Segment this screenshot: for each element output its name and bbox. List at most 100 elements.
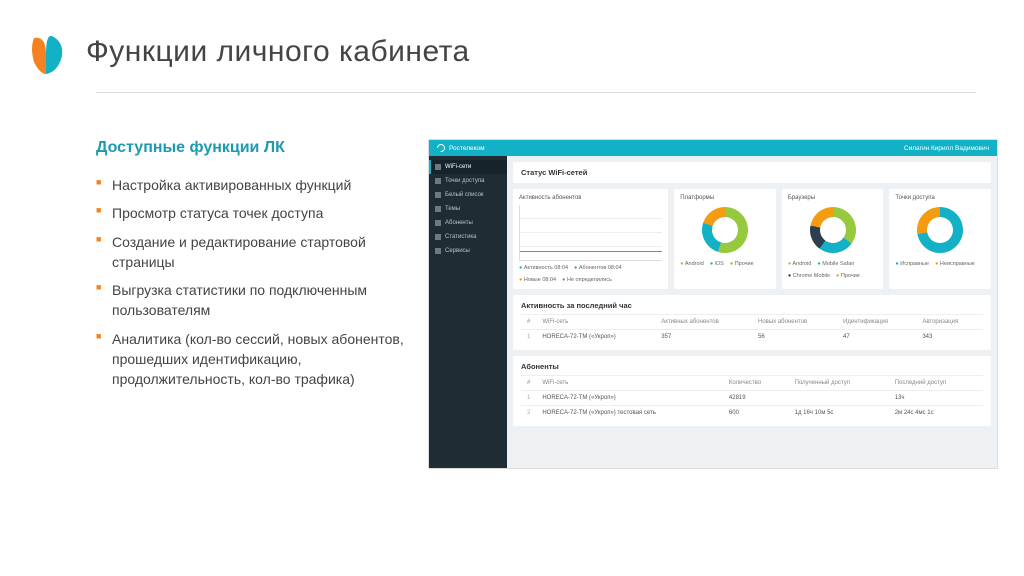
users-icon xyxy=(435,220,441,226)
legend-item: Исправные xyxy=(895,261,929,267)
legend-item: Не определились xyxy=(562,277,612,283)
th: # xyxy=(521,315,536,330)
td: 13ч xyxy=(889,391,983,406)
wifi-icon xyxy=(435,164,441,170)
hour-activity-panel: Активность за последний час # WiFi-сеть … xyxy=(513,295,991,350)
sidebar-item-whitelist[interactable]: Белый список xyxy=(429,188,507,202)
browsers-chart-box: Браузеры Android Mobile Safari Chrome Mo… xyxy=(782,189,884,289)
td: 2 xyxy=(521,406,536,421)
platforms-chart-box: Платформы Android iOS Прочие xyxy=(674,189,776,289)
td: 2м 24с 4мс 1с xyxy=(889,406,983,421)
dashboard-main: Статус WiFi-сетей Активность абонентов А… xyxy=(507,156,997,468)
sidebar-item-subscribers[interactable]: Абоненты xyxy=(429,216,507,230)
bullet-item: Выгрузка статистики по подключенным поль… xyxy=(96,280,406,321)
td xyxy=(789,391,889,406)
browsers-donut-chart xyxy=(810,207,856,253)
bullet-list: Настройка активированных функций Просмот… xyxy=(96,175,406,390)
list-icon xyxy=(435,192,441,198)
legend-item: Прочие xyxy=(836,273,860,279)
legend-item: Android xyxy=(680,261,704,267)
sidebar-item-label: Статистика xyxy=(445,234,477,240)
td: 1д 16ч 10м 5с xyxy=(789,406,889,421)
table-header-row: # WiFi-сеть Активных абонентов Новых або… xyxy=(521,315,983,330)
legend-item: Активность 08:04 xyxy=(519,265,568,271)
td: 1 xyxy=(521,391,536,406)
legend-item: Chrome Mobile xyxy=(788,273,830,279)
hour-activity-table: # WiFi-сеть Активных абонентов Новых або… xyxy=(521,314,983,344)
stats-icon xyxy=(435,234,441,240)
brand-label: Ростелеком xyxy=(449,145,485,152)
legend-item: Android xyxy=(788,261,812,267)
activity-line-chart xyxy=(519,205,662,261)
table-row: 1 HORECA-72-TM («Укроп») 42819 13ч xyxy=(521,391,983,406)
sidebar-item-wifi[interactable]: WiFi-сети xyxy=(429,160,507,174)
subscribers-panel: Абоненты # WiFi-сеть Количество Полученн… xyxy=(513,356,991,426)
user-name: Силагин Кирилл Вадимович xyxy=(904,145,989,152)
subscribers-table: # WiFi-сеть Количество Полученный доступ… xyxy=(521,375,983,420)
access-points-chart-box: Точки доступа Исправные Неисправные xyxy=(889,189,991,289)
td: 357 xyxy=(655,330,752,345)
status-header-panel: Статус WiFi-сетей xyxy=(513,162,991,183)
chart-title: Активность абонентов xyxy=(519,195,662,201)
platforms-legend: Android iOS Прочие xyxy=(680,261,770,267)
theme-icon xyxy=(435,206,441,212)
sidebar-item-label: Темы xyxy=(445,206,460,212)
td: HORECA-72-TM («Укроп») тестовая сеть xyxy=(536,406,723,421)
chart-title: Точки доступа xyxy=(895,195,985,201)
td: 600 xyxy=(723,406,789,421)
access-points-legend: Исправные Неисправные xyxy=(895,261,985,267)
platforms-donut-chart xyxy=(702,207,748,253)
sidebar-item-label: Белый список xyxy=(445,192,484,198)
rostelecom-logo-icon xyxy=(28,28,64,76)
bullet-item: Аналитика (кол-во сессий, новых абоненто… xyxy=(96,329,406,390)
sidebar-item-label: Сервисы xyxy=(445,248,470,254)
legend-item: Mobile Safari xyxy=(817,261,854,267)
slide-title: Функции личного кабинета xyxy=(86,35,470,69)
brand-mark-icon xyxy=(435,142,446,153)
legend-item: Неисправные xyxy=(935,261,975,267)
legend-item: Прочие xyxy=(730,261,754,267)
bullet-item: Создание и редактирование стартовой стра… xyxy=(96,232,406,273)
th: Полученный доступ xyxy=(789,376,889,391)
slide-body: Доступные функции ЛК Настройка активиров… xyxy=(0,93,1024,469)
slide-header: Функции личного кабинета xyxy=(0,0,1024,88)
browsers-legend: Android Mobile Safari Chrome Mobile Проч… xyxy=(788,261,878,279)
status-title: Статус WiFi-сетей xyxy=(521,168,983,177)
th: Количество xyxy=(723,376,789,391)
legend-item: Новые 08:04 xyxy=(519,277,556,283)
bullet-item: Настройка активированных функций xyxy=(96,175,406,195)
subscribers-title: Абоненты xyxy=(521,362,983,371)
sidebar-item-services[interactable]: Сервисы xyxy=(429,244,507,258)
td: 47 xyxy=(837,330,916,345)
dashboard-sidebar: WiFi-сети Точки доступа Белый список Тем… xyxy=(429,156,507,468)
td: HORECA-72-TM («Укроп») xyxy=(536,391,723,406)
chart-title: Браузеры xyxy=(788,195,878,201)
td: 1 xyxy=(521,330,536,345)
sidebar-item-access-points[interactable]: Точки доступа xyxy=(429,174,507,188)
th: Новых абонентов xyxy=(752,315,837,330)
activity-legend: Активность 08:04 Абонентов 08:04 Новые 0… xyxy=(519,265,662,283)
td: 343 xyxy=(916,330,983,345)
th: WiFi-сеть xyxy=(536,315,655,330)
activity-chart-box: Активность абонентов Активность 08:04 Аб… xyxy=(513,189,668,289)
table-row: 2 HORECA-72-TM («Укроп») тестовая сеть 6… xyxy=(521,406,983,421)
td: HORECA-72-TM («Укроп») xyxy=(536,330,655,345)
table-row: 1 HORECA-72-TM («Укроп») 357 56 47 343 xyxy=(521,330,983,345)
status-charts-row: Активность абонентов Активность 08:04 Аб… xyxy=(513,189,991,289)
brand: Ростелеком xyxy=(437,144,485,152)
sidebar-item-stats[interactable]: Статистика xyxy=(429,230,507,244)
td: 42819 xyxy=(723,391,789,406)
sidebar-item-themes[interactable]: Темы xyxy=(429,202,507,216)
th: Последний доступ xyxy=(889,376,983,391)
sidebar-item-label: WiFi-сети xyxy=(445,164,471,170)
legend-item: iOS xyxy=(710,261,724,267)
left-column: Доступные функции ЛК Настройка активиров… xyxy=(96,139,406,469)
dashboard-topbar: Ростелеком Силагин Кирилл Вадимович xyxy=(429,140,997,156)
gear-icon xyxy=(435,248,441,254)
bullet-item: Просмотр статуса точек доступа xyxy=(96,203,406,223)
legend-item: Абонентов 08:04 xyxy=(574,265,622,271)
hour-activity-title: Активность за последний час xyxy=(521,301,983,310)
th: Авторизация xyxy=(916,315,983,330)
ap-icon xyxy=(435,178,441,184)
chart-title: Платформы xyxy=(680,195,770,201)
